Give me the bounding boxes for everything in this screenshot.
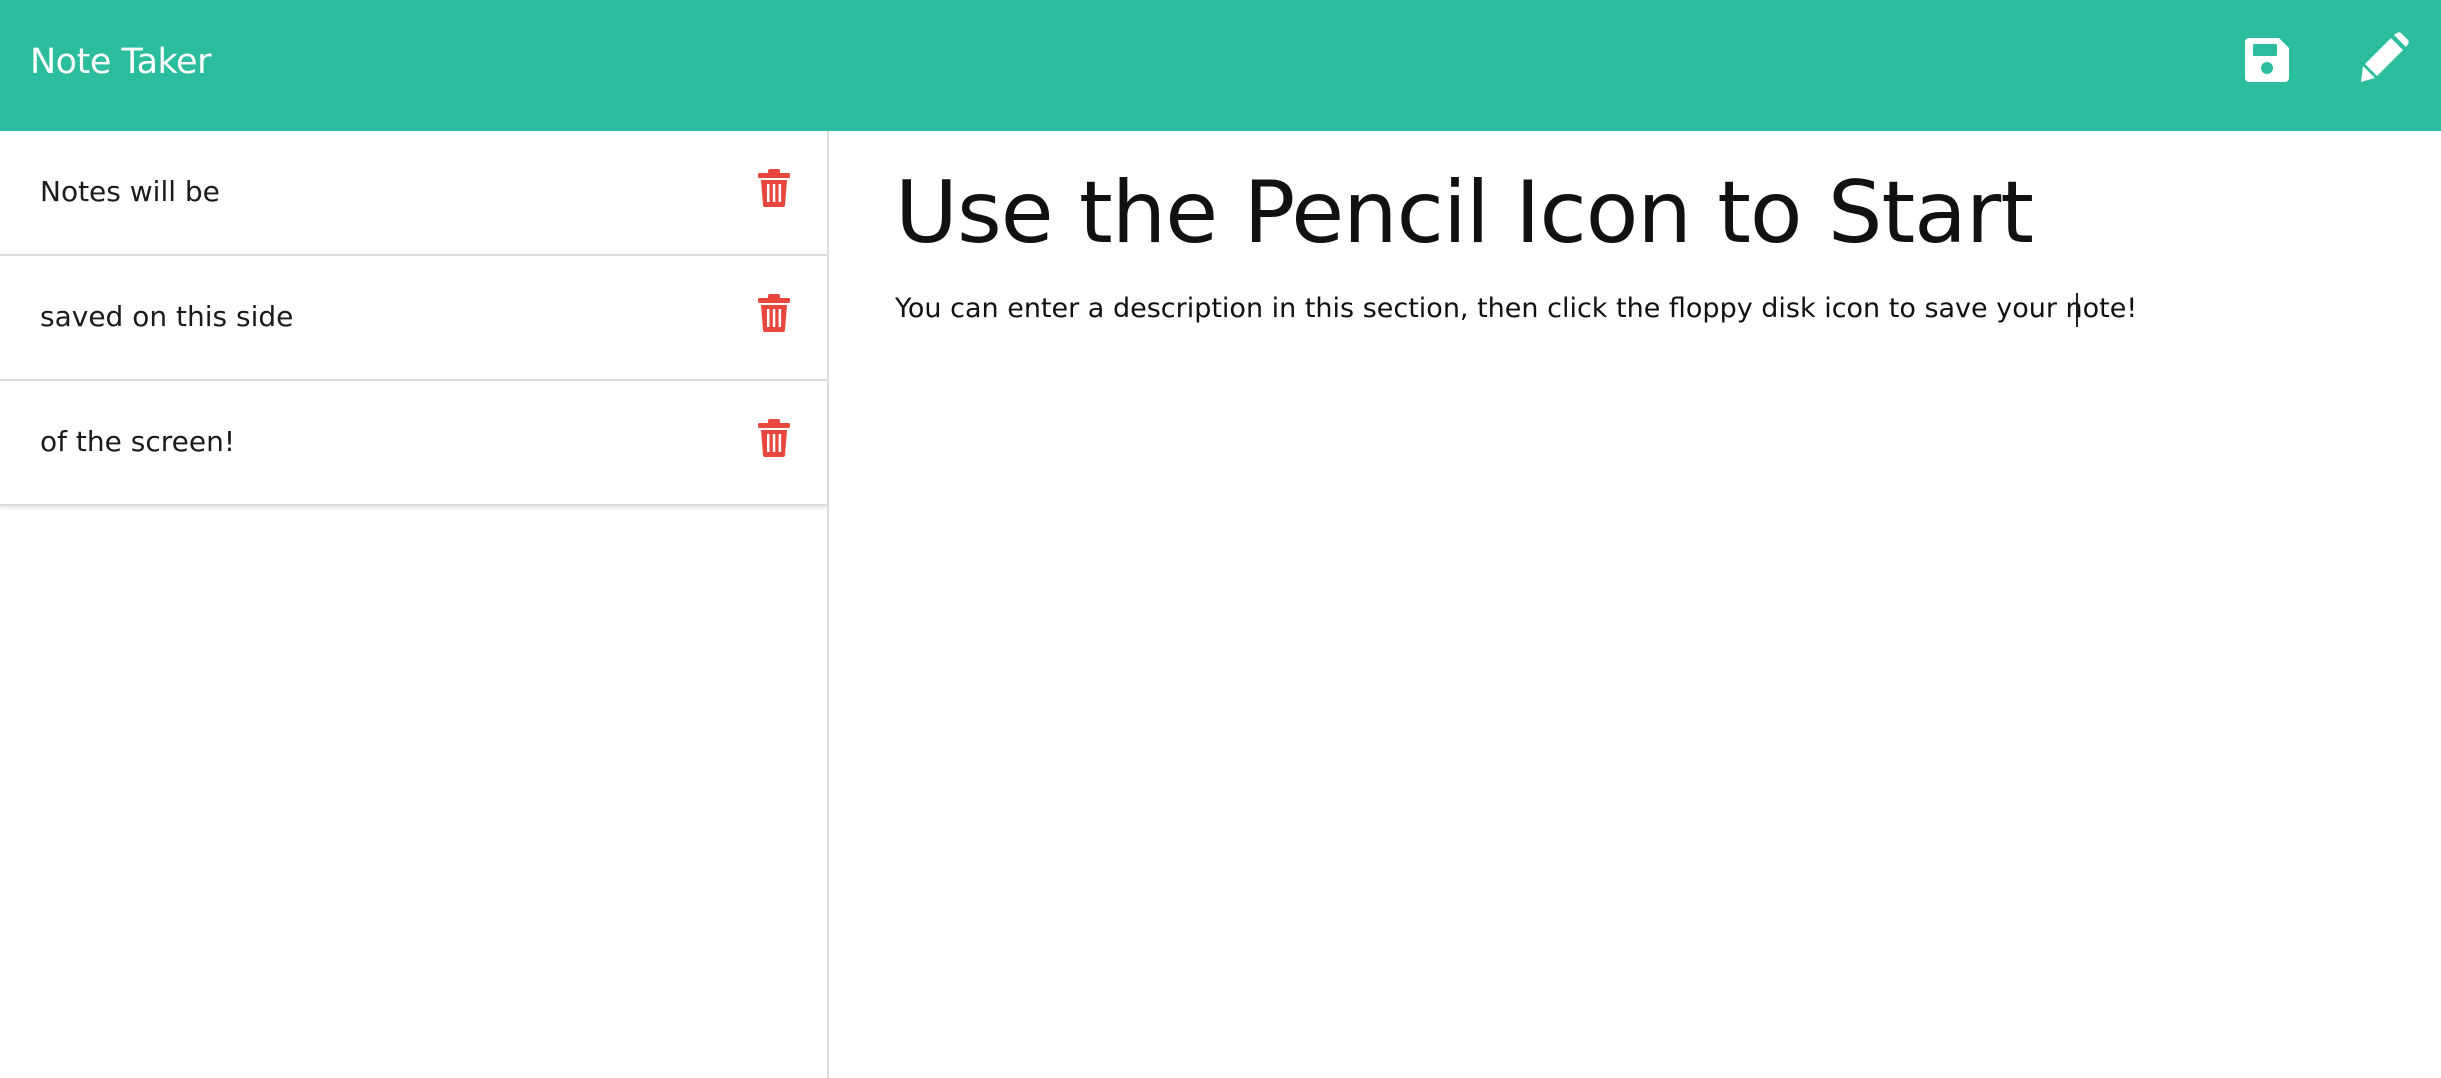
note-text-area[interactable] [895, 289, 2395, 989]
note-list-item[interactable]: of the screen! [0, 381, 827, 506]
trash-icon[interactable] [758, 419, 790, 457]
note-list: Notes will be saved on this side of the … [0, 131, 827, 506]
save-icon[interactable] [2243, 36, 2291, 84]
note-list-item[interactable]: saved on this side [0, 256, 827, 381]
note-item-title: of the screen! [40, 425, 236, 458]
note-list-item[interactable]: Notes will be [0, 131, 827, 256]
note-title-input[interactable] [895, 153, 2395, 273]
pencil-icon[interactable] [2355, 32, 2409, 86]
note-item-title: Notes will be [40, 175, 220, 208]
note-item-title: saved on this side [40, 300, 294, 333]
trash-icon[interactable] [758, 169, 790, 207]
notes-sidebar: Notes will be saved on this side of the … [0, 131, 829, 1078]
navbar: Note Taker [0, 0, 2441, 131]
trash-icon[interactable] [758, 294, 790, 332]
text-cursor [2076, 293, 2078, 327]
note-editor [831, 131, 2441, 1078]
brand-link[interactable]: Note Taker [30, 0, 211, 131]
